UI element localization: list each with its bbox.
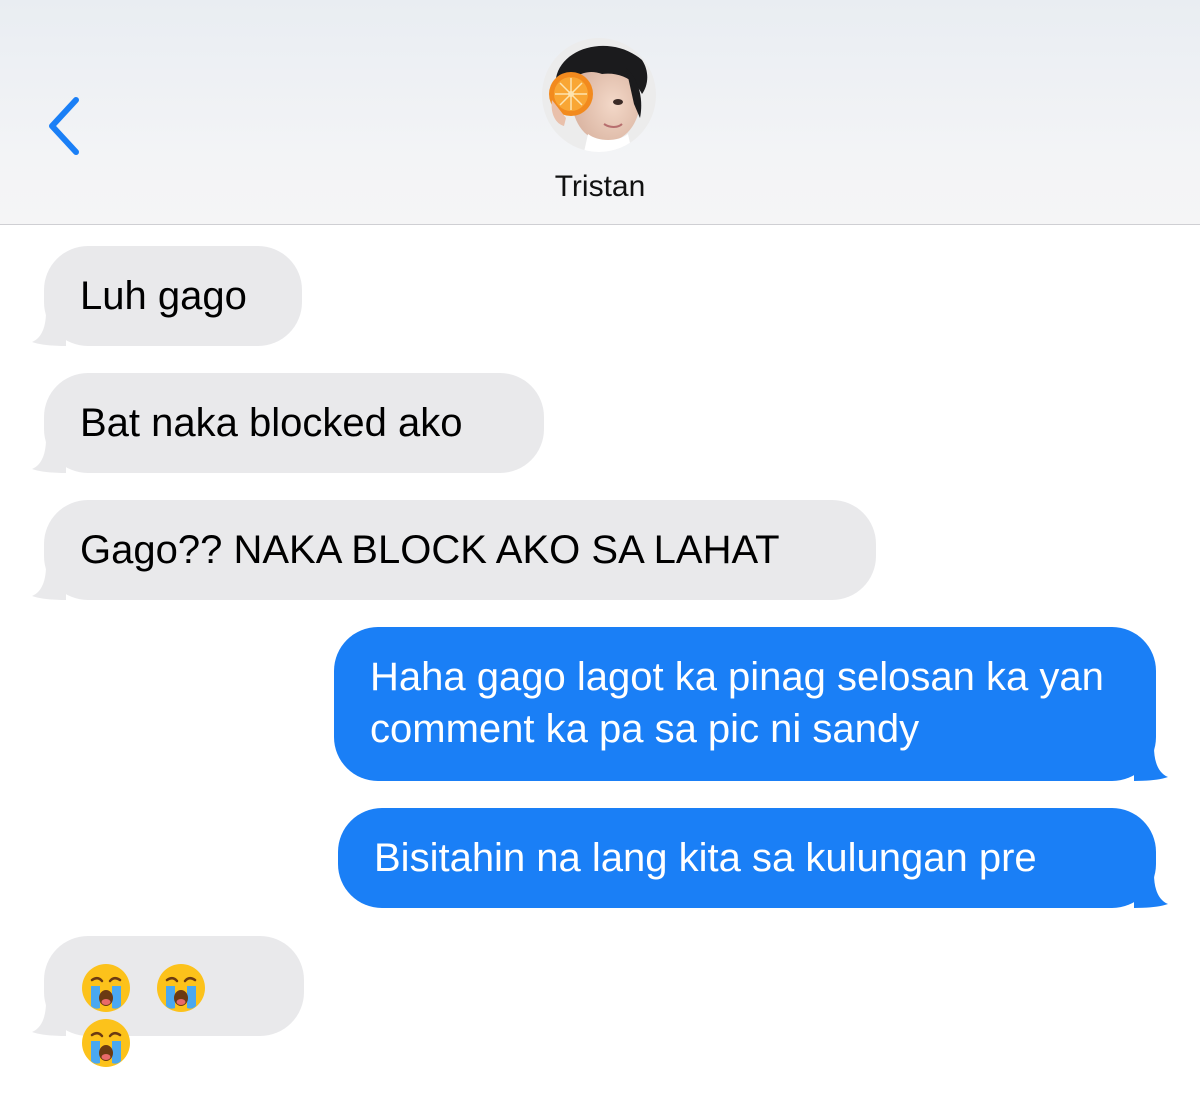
bubble-tail (32, 439, 66, 473)
bubble-tail (32, 566, 66, 600)
message-text: Bisitahin na lang kita sa kulungan pre (374, 836, 1037, 880)
loudly-crying-face-icon (157, 964, 206, 1013)
message-text: Haha gago lagot ka pinag selosan ka yan … (370, 655, 1104, 751)
message-bubble-outgoing[interactable]: Haha gago lagot ka pinag selosan ka yan … (334, 627, 1168, 781)
message-text: Gago?? NAKA BLOCK AKO SA LAHAT (80, 528, 780, 572)
contact-name[interactable]: Tristan (450, 170, 750, 204)
message-text: Bat naka blocked ako (80, 401, 463, 445)
loudly-crying-face-icon (82, 1018, 130, 1067)
bubble-tail (1134, 874, 1168, 908)
message-text: Luh gago (80, 274, 247, 318)
loudly-crying-face-icon (82, 964, 130, 1013)
back-button[interactable] (40, 92, 100, 162)
message-bubble-incoming[interactable]: Luh gago (32, 246, 302, 346)
message-bubble-incoming[interactable] (32, 936, 304, 1067)
bubble-tail (32, 1002, 66, 1036)
contact-avatar[interactable] (542, 38, 656, 152)
message-bubble-incoming[interactable]: Bat naka blocked ako (32, 373, 544, 473)
message-bubble-incoming[interactable]: Gago?? NAKA BLOCK AKO SA LAHAT (32, 500, 876, 600)
bubble-tail (32, 312, 66, 346)
bubble-tail (1134, 747, 1168, 781)
chevron-left-icon (49, 97, 79, 155)
conversation-header: Tristan (0, 0, 1200, 225)
message-bubble-outgoing[interactable]: Bisitahin na lang kita sa kulungan pre (338, 808, 1168, 908)
